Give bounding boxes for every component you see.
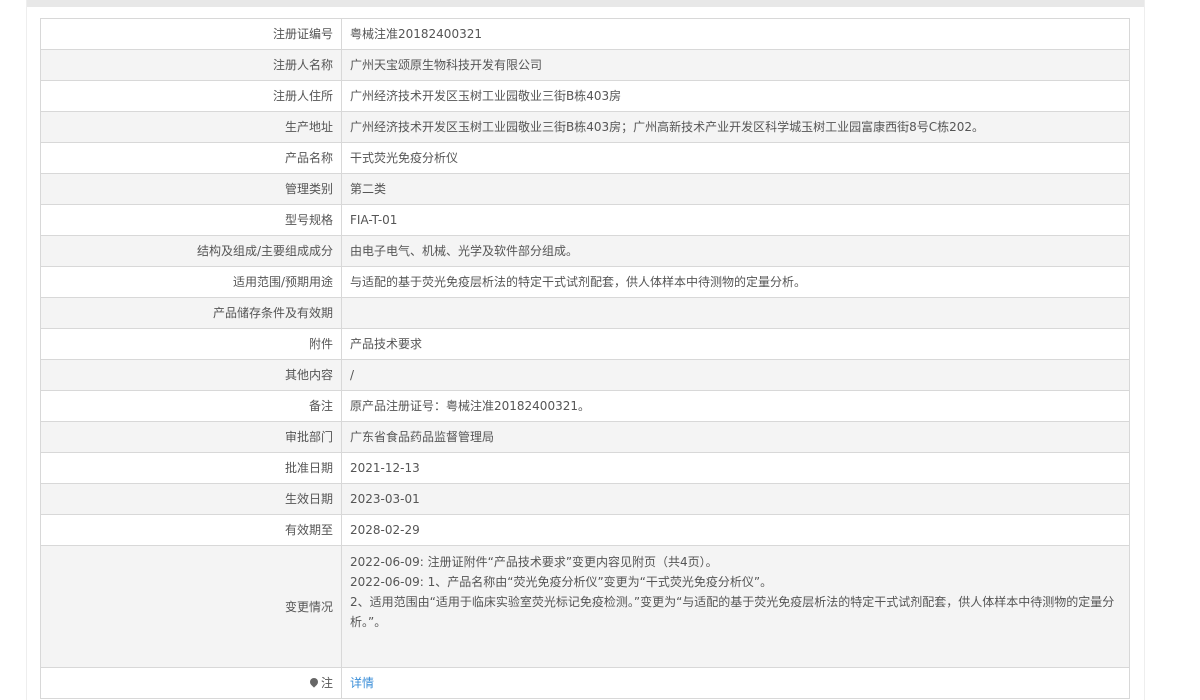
table-row: 产品名称 干式荧光免疫分析仪 [40,142,1130,174]
field-label: 适用范围/预期用途 [40,266,342,298]
table-row: 生产地址 广州经济技术开发区玉树工业园敬业三街B栋403房；广州高新技术产业开发区… [40,111,1130,143]
table-row: 批准日期 2021-12-13 [40,452,1130,484]
table-row: 注册人名称 广州天宝颂原生物科技开发有限公司 [40,49,1130,81]
field-value [341,297,1130,329]
changes-value: 2022-06-09: 注册证附件“产品技术要求”变更内容见附页（共4页）。 20… [341,545,1130,668]
table-row: 附件 产品技术要求 [40,328,1130,360]
top-band [27,0,1144,7]
field-value: FIA-T-01 [341,204,1130,236]
field-value: 2023-03-01 [341,483,1130,515]
field-label: 注 [40,667,342,699]
field-value: 粤械注准20182400321 [341,18,1130,50]
field-label: 附件 [40,328,342,360]
field-value: 与适配的基于荧光免疫层析法的特定干式试剂配套，供人体样本中待测物的定量分析。 [341,266,1130,298]
field-value: 广东省食品药品监督管理局 [341,421,1130,453]
change-line: 2、适用范围由“适用于临床实验室荧光标记免疫检测。”变更为“与适配的基于荧光免疫… [350,595,1115,629]
field-label: 备注 [40,390,342,422]
table-row: 注册证编号 粤械注准20182400321 [40,18,1130,50]
table-row: 注册人住所 广州经济技术开发区玉树工业园敬业三街B栋403房 [40,80,1130,112]
field-label: 审批部门 [40,421,342,453]
field-value: 第二类 [341,173,1130,205]
field-label: 有效期至 [40,514,342,546]
field-value: / [341,359,1130,391]
table-row: 型号规格 FIA-T-01 [40,204,1130,236]
table-row: 其他内容 / [40,359,1130,391]
field-label: 注册证编号 [40,18,342,50]
field-label: 其他内容 [40,359,342,391]
field-label: 生产地址 [40,111,342,143]
field-label: 变更情况 [40,545,342,668]
table-row: 审批部门 广东省食品药品监督管理局 [40,421,1130,453]
table-row-changes: 变更情况 2022-06-09: 注册证附件“产品技术要求”变更内容见附页（共4页… [40,545,1130,668]
field-label: 结构及组成/主要组成成分 [40,235,342,267]
details-link[interactable]: 详情 [350,676,374,690]
table-row: 产品储存条件及有效期 [40,297,1130,329]
table-row: 管理类别 第二类 [40,173,1130,205]
field-label: 注册人住所 [40,80,342,112]
field-value: 广州经济技术开发区玉树工业园敬业三街B栋403房 [341,80,1130,112]
table-row: 生效日期 2023-03-01 [40,483,1130,515]
note-label: 注 [320,676,333,690]
pin-icon [308,676,320,688]
table-row: 结构及组成/主要组成成分 由电子电气、机械、光学及软件部分组成。 [40,235,1130,267]
field-label: 批准日期 [40,452,342,484]
field-label: 生效日期 [40,483,342,515]
field-label: 型号规格 [40,204,342,236]
field-value: 2021-12-13 [341,452,1130,484]
table-row: 备注 原产品注册证号：粤械注准20182400321。 [40,390,1130,422]
field-label: 管理类别 [40,173,342,205]
table-row: 有效期至 2028-02-29 [40,514,1130,546]
change-line: 2022-06-09: 注册证附件“产品技术要求”变更内容见附页（共4页）。 [350,555,718,569]
field-label: 产品储存条件及有效期 [40,297,342,329]
table-row: 适用范围/预期用途 与适配的基于荧光免疫层析法的特定干式试剂配套，供人体样本中待测… [40,266,1130,298]
table-row-note: 注 详情 [40,667,1130,699]
detail-panel: 注册证编号 粤械注准20182400321 注册人名称 广州天宝颂原生物科技开发有限公… [26,0,1145,700]
field-label: 注册人名称 [40,49,342,81]
field-value: 原产品注册证号：粤械注准20182400321。 [341,390,1130,422]
registration-detail-table: 注册证编号 粤械注准20182400321 注册人名称 广州天宝颂原生物科技开发有限公… [40,18,1130,699]
field-label: 产品名称 [40,142,342,174]
field-value: 广州天宝颂原生物科技开发有限公司 [341,49,1130,81]
field-value: 2028-02-29 [341,514,1130,546]
field-value: 产品技术要求 [341,328,1130,360]
field-value: 广州经济技术开发区玉树工业园敬业三街B栋403房；广州高新技术产业开发区科学城玉… [341,111,1130,143]
change-line: 2022-06-09: 1、产品名称由“荧光免疫分析仪”变更为“干式荧光免疫分析… [350,575,773,589]
field-value: 干式荧光免疫分析仪 [341,142,1130,174]
field-value: 由电子电气、机械、光学及软件部分组成。 [341,235,1130,267]
